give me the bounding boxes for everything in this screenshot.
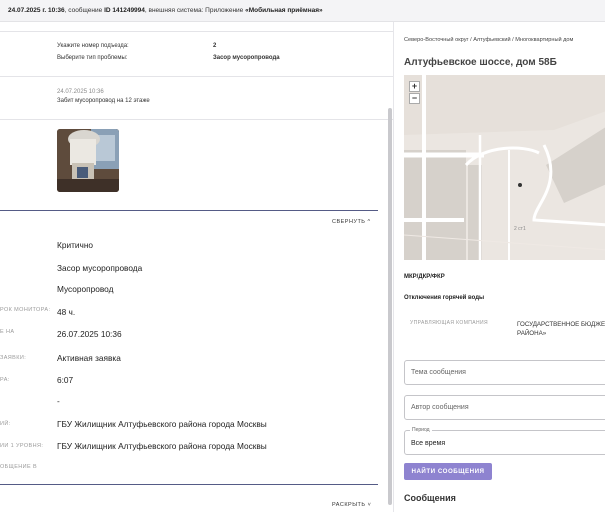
- photo-image: [57, 129, 119, 192]
- divider: [0, 76, 393, 77]
- map[interactable]: + − 2 ст1: [404, 75, 605, 260]
- detail-label-deadline: Е НА: [0, 329, 15, 335]
- entrance-label: Укажите номер подъезда:: [57, 43, 129, 49]
- problem-value: Засор мусоропровода: [213, 55, 280, 61]
- detail-label-time: РА:: [0, 377, 10, 383]
- section-divider: [0, 210, 378, 211]
- find-messages-button[interactable]: НАЙТИ СООБЩЕНИЯ: [404, 463, 492, 480]
- entrance-value: 2: [213, 43, 217, 49]
- management-company-label: УПРАВЛЯЮЩАЯ КОМПАНИЯ: [410, 320, 489, 326]
- detail-value-executor-level1: ГБУ Жилищник Алтуфьевского района города…: [57, 441, 267, 451]
- detail-value-deadline: 26.07.2025 10:36: [57, 329, 122, 339]
- message-date: 24.07.2025 г. 10:36: [8, 7, 65, 14]
- detail-label-status: ЗАЯВКИ:: [0, 355, 27, 361]
- map-building-label: 2 ст1: [514, 226, 526, 232]
- period-legend: Период: [410, 427, 432, 433]
- chevron-down-icon: ˅: [367, 502, 372, 508]
- scrollbar[interactable]: [388, 108, 392, 505]
- problem-label: Выберите тип проблемы:: [57, 55, 128, 61]
- author-placeholder: Автор сообщения: [411, 404, 469, 411]
- zoom-out-button[interactable]: −: [409, 93, 420, 104]
- topbar-text-2: , внешняя система: Приложение: [144, 7, 246, 14]
- detail-label-executor-level1: ИИ 1 УРОВНЯ:: [0, 443, 44, 449]
- map-tiles: [404, 75, 605, 260]
- external-system: «Мобильная приёмная»: [245, 7, 323, 14]
- expand-label: РАСКРЫТЬ: [332, 502, 366, 508]
- collapse-button[interactable]: СВЕРНУТЬ ^: [332, 219, 371, 225]
- detail-value-empty: -: [57, 396, 60, 406]
- zoom-in-button[interactable]: +: [409, 81, 420, 92]
- attachment-photo[interactable]: [57, 129, 119, 192]
- divider: [0, 31, 393, 32]
- detail-value-executor: ГБУ Жилищник Алтуфьевского района города…: [57, 419, 267, 429]
- message-id: ID 141249994: [104, 7, 145, 14]
- message-details-panel: Укажите номер подъезда: 2 Выберите тип п…: [0, 22, 393, 512]
- topic-input[interactable]: Тема сообщения: [404, 360, 605, 385]
- management-company-value: ГОСУДАРСТВЕННОЕ БЮДЖЕТ РАЙОНА»: [517, 321, 605, 337]
- detail-value-object: Мусоропровод: [57, 284, 114, 294]
- chevron-up-icon: ^: [367, 219, 371, 225]
- comment-text: Забит мусоропровод на 12 этаже: [57, 98, 150, 104]
- divider: [0, 119, 393, 120]
- messages-heading: Сообщения: [404, 493, 456, 503]
- collapse-label: СВЕРНУТЬ: [332, 219, 366, 225]
- topbar-text-1: , сообщение: [64, 7, 105, 14]
- detail-label-executor: ИЙ:: [0, 421, 11, 427]
- detail-value-monitor-term: 48 ч.: [57, 307, 76, 317]
- period-select[interactable]: Период Все время: [404, 427, 605, 455]
- breadcrumb: Северо-Восточный округ / Алтуфьевский / …: [404, 37, 574, 43]
- address-panel: Северо-Восточный округ / Алтуфьевский / …: [393, 22, 605, 512]
- comment-date: 24.07.2025 10:36: [57, 89, 104, 95]
- expand-button[interactable]: РАСКРЫТЬ ˅: [332, 502, 371, 508]
- section-divider: [0, 484, 378, 485]
- detail-value-priority: Критично: [57, 240, 94, 250]
- detail-value-problem: Засор мусоропровода: [57, 263, 143, 273]
- detail-label-monitor-term: РОК МОНИТОРА:: [0, 307, 51, 313]
- detail-value-status: Активная заявка: [57, 353, 121, 363]
- detail-label-message-in: ОБЩЕНИЕ В: [0, 464, 38, 470]
- topic-placeholder: Тема сообщения: [411, 369, 466, 376]
- author-input[interactable]: Автор сообщения: [404, 395, 605, 420]
- hot-water-outages: Отключения горячей воды: [404, 295, 485, 301]
- period-value: Все время: [411, 440, 446, 447]
- building-category: МКР/ДКР/ФКР: [404, 274, 445, 280]
- detail-value-time: 6:07: [57, 375, 74, 385]
- address-title: Алтуфьевское шоссе, дом 58Б: [404, 57, 557, 68]
- top-info-bar: 24.07.2025 г. 10:36, сообщение ID 141249…: [0, 0, 605, 22]
